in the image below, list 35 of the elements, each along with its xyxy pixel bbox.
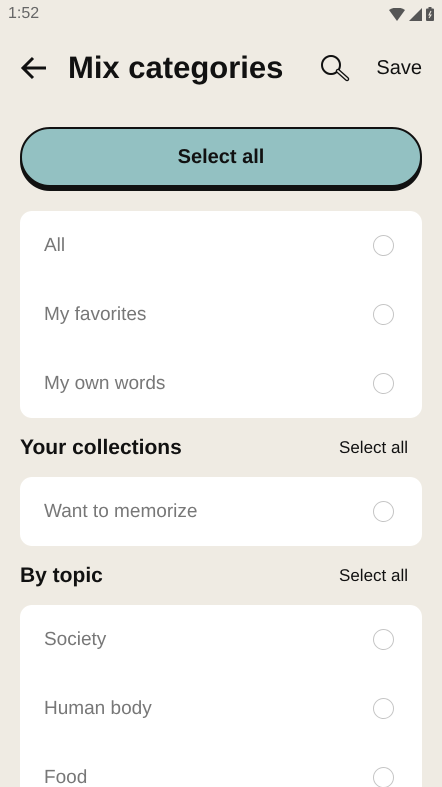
back-button[interactable] [20, 56, 48, 80]
status-time: 1:52 [8, 5, 40, 23]
category-label: Want to memorize [44, 500, 198, 522]
page-title: Mix categories [68, 50, 284, 86]
category-label: Human body [44, 698, 152, 720]
category-row[interactable]: All [20, 211, 422, 280]
back-arrow-icon [20, 56, 48, 80]
signal-icon [409, 8, 422, 20]
section-title: By topic [20, 564, 103, 588]
radio-button[interactable] [373, 304, 394, 325]
radio-button[interactable] [373, 373, 394, 394]
category-label: Food [44, 766, 88, 787]
wifi-icon [389, 8, 405, 20]
category-label: My own words [44, 372, 166, 394]
category-row[interactable]: My favorites [20, 280, 422, 349]
radio-button[interactable] [373, 629, 394, 650]
search-button[interactable] [320, 54, 350, 82]
radio-button[interactable] [373, 698, 394, 719]
category-label: Society [44, 628, 106, 650]
category-row[interactable]: Want to memorize [20, 477, 422, 546]
category-label: All [44, 234, 66, 256]
category-row[interactable]: Food [20, 743, 422, 787]
radio-button[interactable] [373, 767, 394, 787]
radio-button[interactable] [373, 501, 394, 522]
section-title: Your collections [20, 436, 182, 460]
category-row[interactable]: Human body [20, 674, 422, 743]
select-all-link[interactable]: Select all [339, 566, 422, 586]
category-row[interactable]: My own words [20, 349, 422, 418]
battery-icon [426, 7, 434, 21]
search-icon [320, 54, 350, 82]
category-row[interactable]: Society [20, 605, 422, 674]
radio-button[interactable] [373, 235, 394, 256]
save-button[interactable]: Save [376, 56, 422, 80]
select-all-link[interactable]: Select all [339, 438, 422, 458]
category-label: My favorites [44, 304, 146, 326]
